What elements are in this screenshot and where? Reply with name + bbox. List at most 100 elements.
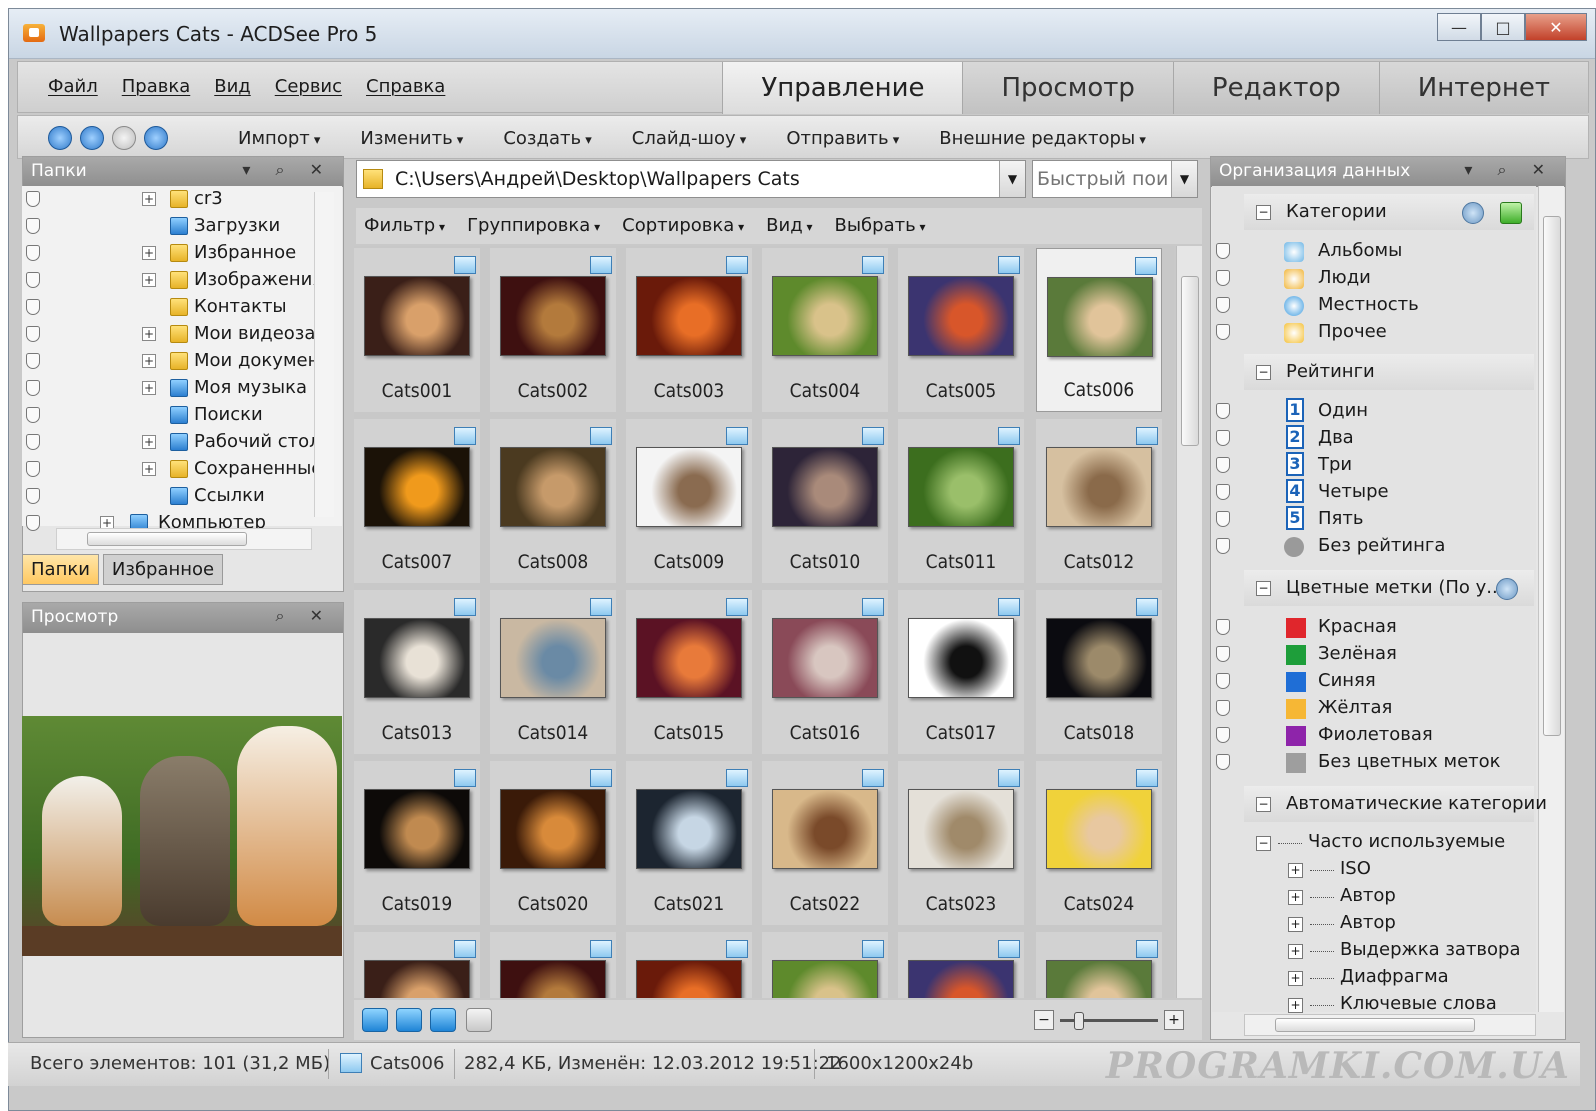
thumbnail-item[interactable] (490, 932, 616, 998)
tab-online[interactable]: Интернет (1378, 62, 1588, 114)
minimize-button[interactable]: — (1437, 13, 1481, 41)
expand-icon[interactable]: + (1288, 863, 1303, 878)
rating-item[interactable]: 2 Два (1212, 425, 1532, 452)
thumbnail-item[interactable]: Cats016 (762, 590, 888, 754)
expand-icon[interactable]: + (142, 327, 156, 341)
folder-tree-item[interactable]: Ссылки (22, 483, 342, 510)
path-dropdown[interactable]: ▼ (999, 161, 1025, 197)
thumbnail-item[interactable]: Cats006 (1036, 248, 1162, 412)
rating-item[interactable]: 4 Четыре (1212, 479, 1532, 506)
color-label-item[interactable]: Зелёная (1212, 641, 1532, 668)
menu-help[interactable]: Справка (366, 76, 445, 97)
rotate-right-icon[interactable] (430, 1008, 456, 1032)
expand-icon[interactable]: + (142, 462, 156, 476)
thumbnail-item[interactable]: Cats003 (626, 248, 752, 412)
scroll-thumb[interactable] (1275, 1018, 1475, 1032)
thumbnail-scrollbar[interactable] (1176, 246, 1202, 998)
thumbnail-item[interactable]: Cats020 (490, 761, 616, 925)
panel-controls[interactable]: ▾ ⌕ ✕ (242, 160, 333, 180)
panel-controls[interactable]: ⌕ ✕ (276, 606, 333, 626)
thumbnail-item[interactable] (626, 932, 752, 998)
thumbnail-item[interactable]: Cats017 (898, 590, 1024, 754)
tab-favorites[interactable]: Избранное (102, 554, 224, 585)
color-label-item[interactable]: Фиолетовая (1212, 722, 1532, 749)
rating-item[interactable]: Без рейтинга (1212, 533, 1532, 560)
zoom-out-icon[interactable]: − (1034, 1010, 1054, 1030)
expand-icon[interactable]: + (1288, 890, 1303, 905)
color-label-item[interactable]: Красная (1212, 614, 1532, 641)
expand-icon[interactable]: + (142, 381, 156, 395)
thumbnail-item[interactable]: Cats013 (354, 590, 480, 754)
tab-view[interactable]: Просмотр (962, 62, 1173, 114)
color-label-item[interactable]: Жёлтая (1212, 695, 1532, 722)
send-button[interactable]: Отправить (786, 128, 899, 149)
select-menu[interactable]: Выбрать (834, 215, 925, 236)
external-editors-button[interactable]: Внешние редакторы (939, 128, 1146, 149)
tab-edit[interactable]: Редактор (1172, 62, 1379, 114)
folder-tree-item[interactable]: Загрузки (22, 213, 342, 240)
thumbnail-item[interactable] (762, 932, 888, 998)
folder-tree-item[interactable]: Поиски (22, 402, 342, 429)
folder-tree-item[interactable]: + Моя музыка (22, 375, 342, 402)
collapse-icon[interactable]: − (1256, 205, 1271, 220)
modify-button[interactable]: Изменить (360, 128, 463, 149)
home-icon[interactable] (48, 126, 72, 150)
collapse-icon[interactable]: − (1256, 836, 1271, 851)
forward-icon[interactable] (112, 126, 136, 150)
folder-tree-item[interactable]: + Мои документ (22, 348, 342, 375)
ratings-group[interactable]: − Рейтинги (1244, 354, 1534, 390)
categories-group[interactable]: − Категории (1244, 194, 1534, 230)
thumbnail-item[interactable]: Cats024 (1036, 761, 1162, 925)
folder-tree-vertical-scrollbar[interactable] (314, 192, 334, 517)
rating-item[interactable]: 3 Три (1212, 452, 1532, 479)
thumbnail-item[interactable]: Cats019 (354, 761, 480, 925)
thumbnail-item[interactable] (898, 932, 1024, 998)
folder-tree-item[interactable]: + Мои видеозаг (22, 321, 342, 348)
expand-icon[interactable]: + (142, 354, 156, 368)
add-category-icon[interactable] (1500, 202, 1522, 224)
thumbnail-item[interactable]: Cats009 (626, 419, 752, 583)
thumbnail-item[interactable]: Cats015 (626, 590, 752, 754)
path-bar[interactable]: C:\Users\Андрей\Desktop\Wallpapers Cats … (356, 160, 1026, 198)
color-label-item[interactable]: Без цветных меток (1212, 749, 1532, 776)
folder-tree-item[interactable]: + Сохраненные (22, 456, 342, 483)
expand-icon[interactable]: + (1288, 971, 1303, 986)
thumbnail-item[interactable] (1036, 932, 1162, 998)
collapse-icon[interactable]: − (1256, 797, 1271, 812)
thumbnail-item[interactable]: Cats005 (898, 248, 1024, 412)
settings-gear-icon[interactable] (1462, 202, 1484, 224)
folder-tree-item[interactable]: + cr3 (22, 186, 342, 213)
zoom-knob[interactable] (1074, 1012, 1084, 1030)
expand-icon[interactable]: + (142, 273, 156, 287)
collapse-icon[interactable]: − (1256, 365, 1271, 380)
thumbnail-item[interactable]: Cats023 (898, 761, 1024, 925)
thumbnail-item[interactable]: Cats004 (762, 248, 888, 412)
tab-manage[interactable]: Управление (722, 62, 963, 114)
thumbnail-item[interactable]: Cats014 (490, 590, 616, 754)
category-item[interactable]: Прочее (1212, 319, 1532, 346)
color-labels-group[interactable]: − Цветные метки (По у... (1244, 570, 1534, 606)
create-button[interactable]: Создать (503, 128, 591, 149)
view-menu[interactable]: Вид (766, 215, 812, 236)
menu-view[interactable]: Вид (214, 76, 251, 97)
maximize-button[interactable]: □ (1481, 13, 1525, 41)
folder-tree-item[interactable]: + Изображения (22, 267, 342, 294)
folder-tree-horizontal-scrollbar[interactable] (56, 528, 312, 550)
thumbnail-item[interactable]: Cats018 (1036, 590, 1162, 754)
category-item[interactable]: Альбомы (1212, 238, 1532, 265)
thumbnail-item[interactable]: Cats008 (490, 419, 616, 583)
expand-icon[interactable]: + (1288, 917, 1303, 932)
menu-tools[interactable]: Сервис (275, 76, 342, 97)
filter-menu[interactable]: Фильтр (364, 215, 445, 236)
folder-tree-item[interactable]: + Избранное (22, 240, 342, 267)
thumbnail-item[interactable] (354, 932, 480, 998)
thumbnail-item[interactable]: Cats002 (490, 248, 616, 412)
rating-item[interactable]: 5 Пять (1212, 506, 1532, 533)
rotate-left-icon[interactable] (396, 1008, 422, 1032)
thumbnail-item[interactable]: Cats010 (762, 419, 888, 583)
thumbnail-size-slider[interactable]: − + (1034, 1010, 1184, 1032)
print-icon[interactable] (466, 1008, 492, 1032)
expand-icon[interactable]: + (1288, 998, 1303, 1013)
view-mode-icon[interactable] (362, 1008, 388, 1032)
up-icon[interactable] (144, 126, 168, 150)
